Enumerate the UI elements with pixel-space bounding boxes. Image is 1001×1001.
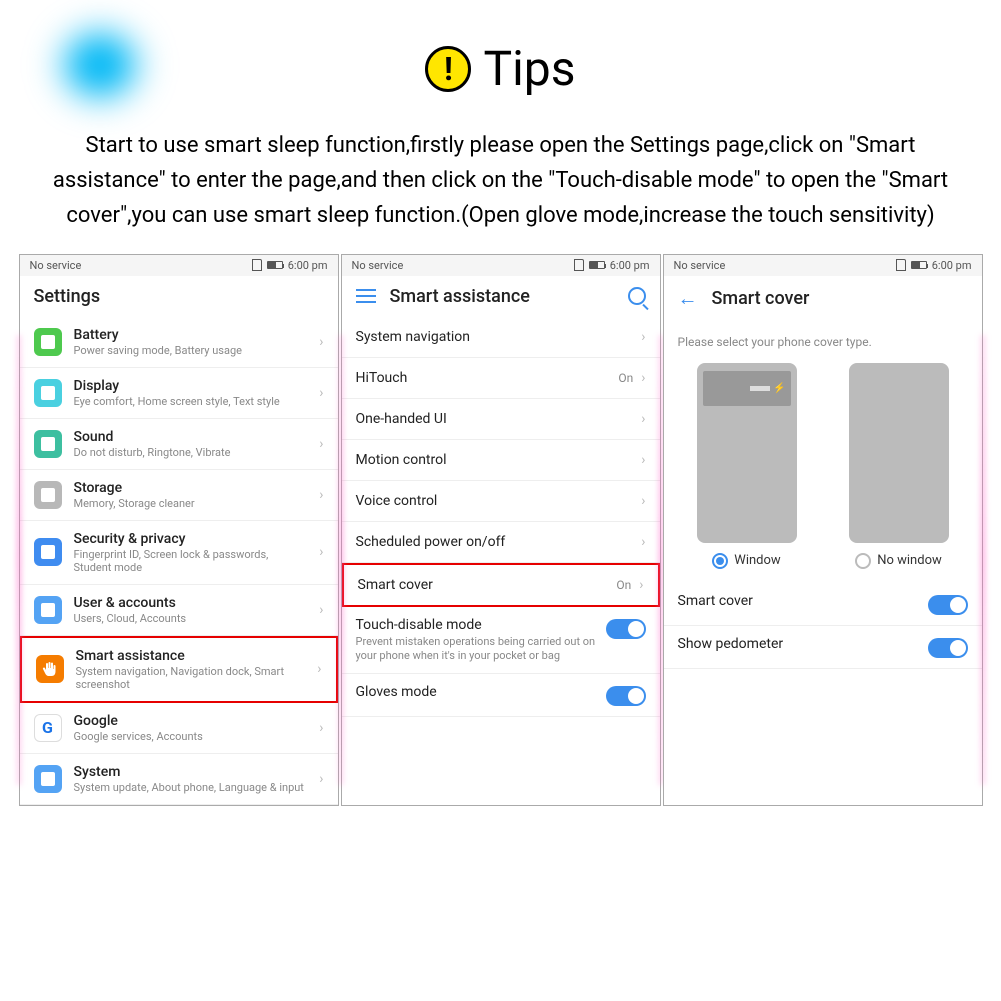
status-time: 6:00 pm bbox=[288, 259, 328, 272]
phone-settings: No service 6:00 pm Settings BatteryPower… bbox=[19, 254, 339, 806]
phone-smart-assistance: No service 6:00 pm Smart assistance Syst… bbox=[341, 254, 661, 806]
item-motion[interactable]: Motion control › bbox=[342, 440, 660, 481]
search-icon[interactable] bbox=[628, 287, 646, 305]
back-arrow-icon[interactable]: ← bbox=[678, 286, 698, 311]
sim-icon bbox=[574, 259, 584, 271]
status-bar: No service 6:00 pm bbox=[664, 255, 982, 276]
status-service: No service bbox=[674, 259, 726, 272]
radio-checked-icon[interactable] bbox=[712, 553, 728, 569]
item-smart-cover[interactable]: Smart cover On› bbox=[342, 563, 660, 607]
tips-header: ! Tips bbox=[160, 40, 841, 97]
item-system-navigation[interactable]: System navigation › bbox=[342, 317, 660, 358]
toggle-switch[interactable] bbox=[606, 686, 646, 706]
status-bar: No service 6:00 pm bbox=[20, 255, 338, 276]
status-service: No service bbox=[30, 259, 82, 272]
setting-google[interactable]: G GoogleGoogle services, Accounts › bbox=[20, 703, 338, 754]
toggle-switch[interactable] bbox=[606, 619, 646, 639]
toggle-switch[interactable] bbox=[928, 638, 968, 658]
status-time: 6:00 pm bbox=[610, 259, 650, 272]
tips-title: Tips bbox=[483, 40, 575, 97]
item-touch-disable[interactable]: Touch-disable mode Prevent mistaken oper… bbox=[342, 607, 660, 675]
system-icon bbox=[34, 765, 62, 793]
phone-mockup-window: ⚡ bbox=[697, 363, 797, 543]
display-icon bbox=[34, 379, 62, 407]
option-no-window[interactable]: No window bbox=[849, 363, 949, 569]
app-header: Settings bbox=[20, 276, 338, 317]
setting-storage[interactable]: StorageMemory, Storage cleaner › bbox=[20, 470, 338, 521]
setting-system[interactable]: SystemSystem update, About phone, Langua… bbox=[20, 754, 338, 805]
setting-smart-assistance[interactable]: Smart assistanceSystem navigation, Navig… bbox=[20, 636, 338, 703]
status-service: No service bbox=[352, 259, 404, 272]
chevron-right-icon: › bbox=[641, 329, 645, 345]
menu-icon[interactable] bbox=[356, 289, 376, 303]
setting-accounts[interactable]: User & accountsUsers, Cloud, Accounts › bbox=[20, 585, 338, 636]
logo-blur bbox=[40, 10, 160, 120]
sim-icon bbox=[896, 259, 906, 271]
chevron-right-icon: › bbox=[641, 493, 645, 509]
instruction-text: Start to use smart sleep function,firstl… bbox=[0, 120, 1001, 254]
chevron-right-icon: › bbox=[319, 487, 323, 503]
item-smart-cover-toggle[interactable]: Smart cover bbox=[664, 583, 982, 626]
storage-icon bbox=[34, 481, 62, 509]
chevron-right-icon: › bbox=[641, 411, 645, 427]
chevron-right-icon: › bbox=[639, 577, 643, 593]
hand-icon bbox=[36, 655, 64, 683]
chevron-right-icon: › bbox=[317, 661, 321, 677]
chevron-right-icon: › bbox=[641, 452, 645, 468]
phone-mockup-nowindow bbox=[849, 363, 949, 543]
setting-battery[interactable]: BatteryPower saving mode, Battery usage … bbox=[20, 317, 338, 368]
google-icon: G bbox=[34, 714, 62, 742]
app-header: ← Smart cover bbox=[664, 276, 982, 321]
item-voice[interactable]: Voice control › bbox=[342, 481, 660, 522]
cover-prompt: Please select your phone cover type. bbox=[678, 335, 968, 349]
page-title: Smart assistance bbox=[390, 286, 614, 307]
battery-icon bbox=[589, 261, 605, 269]
option-window[interactable]: ⚡ Window bbox=[697, 363, 797, 569]
phone-smart-cover: No service 6:00 pm ← Smart cover Please … bbox=[663, 254, 983, 806]
app-header: Smart assistance bbox=[342, 276, 660, 317]
battery-icon bbox=[267, 261, 283, 269]
chevron-right-icon: › bbox=[319, 544, 323, 560]
sim-icon bbox=[252, 259, 262, 271]
chevron-right-icon: › bbox=[319, 334, 323, 350]
status-time: 6:00 pm bbox=[932, 259, 972, 272]
chevron-right-icon: › bbox=[641, 370, 645, 386]
status-bar: No service 6:00 pm bbox=[342, 255, 660, 276]
page-title: Settings bbox=[34, 286, 324, 307]
chevron-right-icon: › bbox=[319, 771, 323, 787]
chevron-right-icon: › bbox=[641, 534, 645, 550]
page-title: Smart cover bbox=[712, 288, 968, 309]
user-icon bbox=[34, 596, 62, 624]
item-scheduled-power[interactable]: Scheduled power on/off › bbox=[342, 522, 660, 563]
chevron-right-icon: › bbox=[319, 436, 323, 452]
setting-display[interactable]: DisplayEye comfort, Home screen style, T… bbox=[20, 368, 338, 419]
warning-icon: ! bbox=[425, 46, 471, 92]
chevron-right-icon: › bbox=[319, 385, 323, 401]
setting-sound[interactable]: SoundDo not disturb, Ringtone, Vibrate › bbox=[20, 419, 338, 470]
battery-icon bbox=[34, 328, 62, 356]
chevron-right-icon: › bbox=[319, 602, 323, 618]
item-onehanded[interactable]: One-handed UI › bbox=[342, 399, 660, 440]
toggle-switch[interactable] bbox=[928, 595, 968, 615]
chevron-right-icon: › bbox=[319, 720, 323, 736]
battery-icon bbox=[911, 261, 927, 269]
security-icon bbox=[34, 538, 62, 566]
item-hitouch[interactable]: HiTouch On› bbox=[342, 358, 660, 399]
setting-security[interactable]: Security & privacyFingerprint ID, Screen… bbox=[20, 521, 338, 585]
radio-unchecked-icon[interactable] bbox=[855, 553, 871, 569]
item-gloves-mode[interactable]: Gloves mode bbox=[342, 674, 660, 717]
item-pedometer-toggle[interactable]: Show pedometer bbox=[664, 626, 982, 669]
sound-icon bbox=[34, 430, 62, 458]
